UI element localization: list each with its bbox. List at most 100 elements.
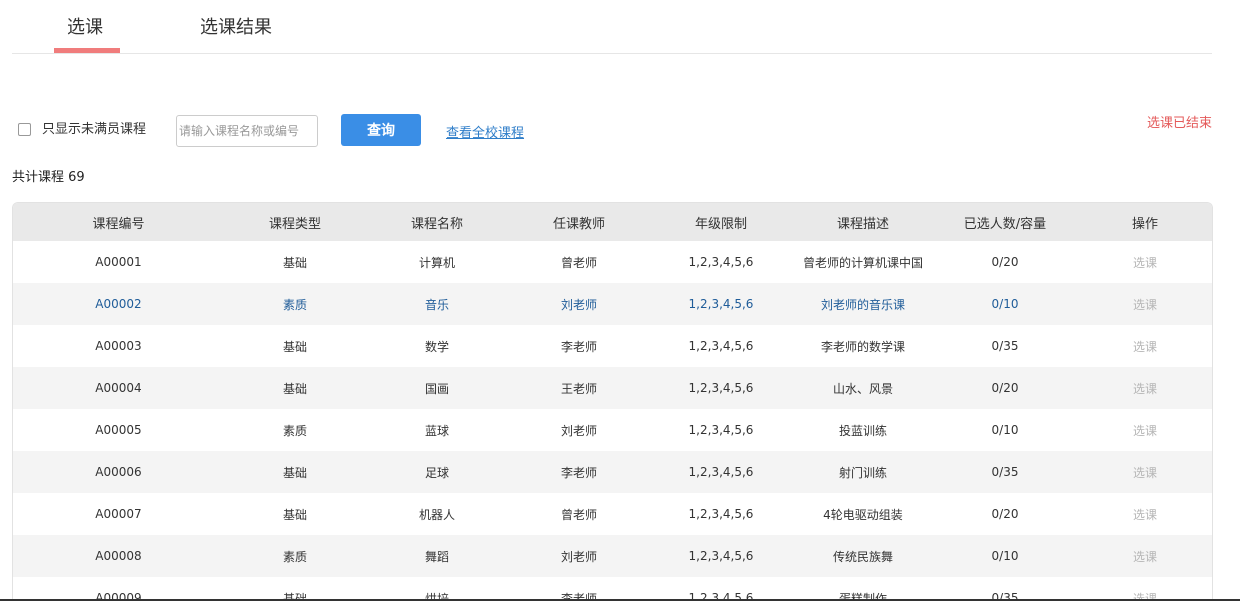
cell-course-name: 舞蹈 (424, 549, 449, 564)
header-teacher: 任课教师 (552, 216, 605, 232)
cell-grade-limit: 1,2,3,4,5,6 (688, 255, 754, 269)
cell-description: 李老师的数学课 (820, 339, 905, 354)
cell-description: 刘老师的音乐课 (820, 297, 905, 312)
cell-enrolled-capacity: 0/20 (991, 507, 1019, 521)
header-course-id: 课程编号 (92, 216, 145, 232)
active-tab-indicator (54, 48, 120, 53)
header-course-type: 课程类型 (268, 216, 321, 232)
cell-course-name: 足球 (424, 465, 449, 480)
table-row: A00008 素质 舞蹈 刘老师 1,2,3,4,5,6 传统民族舞 0/10 … (13, 535, 1212, 577)
select-course-button[interactable]: 选课 (1076, 493, 1212, 535)
cell-grade-limit: 1,2,3,4,5,6 (688, 465, 754, 479)
select-course-button[interactable]: 选课 (1076, 241, 1212, 283)
cell-course-type: 基础 (282, 381, 307, 396)
cell-description: 4轮电驱动组装 (823, 507, 903, 522)
cell-course-type: 基础 (282, 507, 307, 522)
header-grade-limit: 年级限制 (694, 216, 747, 232)
select-course-button[interactable]: 选课 (1076, 367, 1212, 409)
cell-course-type: 基础 (282, 465, 307, 480)
cell-course-type: 基础 (282, 255, 307, 270)
cell-course-type: 素质 (282, 549, 307, 564)
cell-description: 投蓝训练 (838, 423, 887, 438)
cell-course-id: A00006 (95, 465, 142, 479)
course-search-input[interactable] (176, 115, 318, 147)
cell-description: 传统民族舞 (832, 549, 893, 564)
cell-course-id: A00005 (95, 423, 142, 437)
cell-course-id: A00007 (95, 507, 142, 521)
course-table: 课程编号 课程类型 课程名称 任课教师 年级限制 课程描述 已选人数/容量 操作… (13, 203, 1212, 601)
cell-teacher: 王老师 (560, 381, 597, 396)
header-course-name: 课程名称 (410, 216, 463, 232)
query-button[interactable]: 查询 (341, 114, 421, 146)
table-row: A00005 素质 蓝球 刘老师 1,2,3,4,5,6 投蓝训练 0/10 选… (13, 409, 1212, 451)
cell-course-id: A00009 (95, 591, 142, 601)
cell-grade-limit: 1,2,3,4,5,6 (688, 339, 754, 353)
only-not-full-checkbox[interactable] (18, 123, 31, 136)
cell-course-name: 烘培 (424, 591, 449, 601)
tab-bar: 选课 选课结果 (12, 0, 1212, 54)
cell-enrolled-capacity: 0/35 (991, 591, 1019, 601)
table-header-row: 课程编号 课程类型 课程名称 任课教师 年级限制 课程描述 已选人数/容量 操作 (13, 203, 1212, 241)
cell-description: 蛋糕制作 (838, 591, 887, 601)
cell-grade-limit: 1,2,3,4,5,6 (688, 423, 754, 437)
cell-enrolled-capacity: 0/20 (991, 381, 1019, 395)
cell-course-name: 音乐 (424, 297, 449, 312)
cell-course-name: 国画 (424, 381, 449, 396)
cell-description: 曾老师的计算机课中国 (802, 255, 923, 270)
cell-grade-limit: 1,2,3,4,5,6 (688, 381, 754, 395)
select-course-button[interactable]: 选课 (1076, 283, 1212, 325)
cell-course-name: 数学 (424, 339, 449, 354)
select-course-button[interactable]: 选课 (1076, 535, 1212, 577)
cell-teacher: 李老师 (560, 591, 597, 601)
cell-teacher: 刘老师 (560, 297, 597, 312)
cell-course-id: A00008 (95, 549, 142, 563)
table-row: A00003 基础 数学 李老师 1,2,3,4,5,6 李老师的数学课 0/3… (13, 325, 1212, 367)
cell-teacher: 刘老师 (560, 423, 597, 438)
select-course-button[interactable]: 选课 (1076, 451, 1212, 493)
cell-teacher: 曾老师 (560, 255, 597, 270)
header-description: 课程描述 (836, 216, 889, 232)
cell-teacher: 曾老师 (560, 507, 597, 522)
cell-enrolled-capacity: 0/35 (991, 339, 1019, 353)
cell-course-id: A00001 (95, 255, 142, 269)
total-course-count: 共计课程 69 (12, 170, 85, 185)
view-all-courses-link[interactable]: 查看全校课程 (446, 124, 524, 144)
cell-teacher: 李老师 (560, 465, 597, 480)
cell-enrolled-capacity: 0/10 (991, 297, 1019, 311)
cell-teacher: 李老师 (560, 339, 597, 354)
cell-course-id: A00004 (95, 381, 142, 395)
cell-course-type: 素质 (282, 297, 307, 312)
table-row: A00004 基础 国画 王老师 1,2,3,4,5,6 山水、风景 0/20 … (13, 367, 1212, 409)
cell-enrolled-capacity: 0/10 (991, 423, 1019, 437)
table-row: A00001 基础 计算机 曾老师 1,2,3,4,5,6 曾老师的计算机课中国… (13, 241, 1212, 283)
cell-course-name: 计算机 (418, 255, 455, 270)
cell-course-id: A00003 (95, 339, 142, 353)
cell-course-name: 蓝球 (424, 423, 449, 438)
cell-description: 射门训练 (838, 465, 887, 480)
select-course-button[interactable]: 选课 (1076, 409, 1212, 451)
cell-grade-limit: 1,2,3,4,5,6 (688, 297, 754, 311)
cell-course-name: 机器人 (418, 507, 455, 522)
select-course-button[interactable]: 选课 (1076, 577, 1212, 601)
cell-course-type: 素质 (282, 423, 307, 438)
cell-grade-limit: 1,2,3,4,5,6 (688, 591, 754, 601)
cell-grade-limit: 1,2,3,4,5,6 (688, 507, 754, 521)
select-course-button[interactable]: 选课 (1076, 325, 1212, 367)
cell-enrolled-capacity: 0/20 (991, 255, 1019, 269)
cell-course-type: 基础 (282, 339, 307, 354)
tab-course-selection[interactable]: 选课 (67, 14, 103, 42)
only-not-full-label: 只显示未满员课程 (42, 122, 147, 137)
cell-enrolled-capacity: 0/10 (991, 549, 1019, 563)
tab-selection-results[interactable]: 选课结果 (200, 14, 272, 42)
cell-grade-limit: 1,2,3,4,5,6 (688, 549, 754, 563)
course-table-container: 课程编号 课程类型 课程名称 任课教师 年级限制 课程描述 已选人数/容量 操作… (12, 202, 1213, 601)
cell-teacher: 刘老师 (560, 549, 597, 564)
cell-enrolled-capacity: 0/35 (991, 465, 1019, 479)
table-row: A00007 基础 机器人 曾老师 1,2,3,4,5,6 4轮电驱动组装 0/… (13, 493, 1212, 535)
cell-description: 山水、风景 (832, 381, 893, 396)
header-action: 操作 (1131, 216, 1158, 232)
cell-course-type: 基础 (282, 591, 307, 601)
selection-ended-status: 选课已结束 (1146, 116, 1212, 131)
table-row: A00009 基础 烘培 李老师 1,2,3,4,5,6 蛋糕制作 0/35 选… (13, 577, 1212, 601)
table-row: A00006 基础 足球 李老师 1,2,3,4,5,6 射门训练 0/35 选… (13, 451, 1212, 493)
